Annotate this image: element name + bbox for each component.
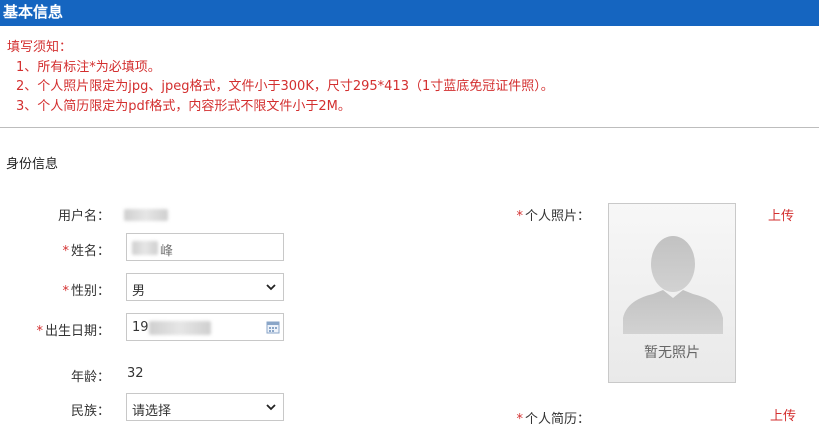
photo-upload-link[interactable]: 上传: [768, 205, 794, 224]
photo-label: * 个人照片：: [516, 209, 590, 224]
photo-empty-text: 暂无照片: [644, 345, 700, 361]
notice-heading: 填写须知：: [7, 40, 73, 55]
required-mark: *: [62, 284, 69, 299]
birth-value: 19: [132, 320, 149, 335]
section-title: 身份信息: [6, 157, 59, 172]
name-input[interactable]: 峰: [126, 233, 284, 261]
gender-label: * 性别：: [62, 284, 110, 299]
birth-label: * 出生日期：: [36, 324, 110, 339]
name-label: * 姓名：: [62, 244, 110, 259]
person-silhouette-icon: [623, 236, 723, 334]
chevron-down-icon: [266, 284, 276, 291]
required-mark: *: [62, 244, 69, 259]
resume-upload-link[interactable]: 上传: [770, 405, 796, 424]
chevron-down-icon: [266, 404, 276, 411]
page-title: 基本信息: [3, 3, 64, 21]
divider: [0, 127, 819, 128]
notice-item-3: 3、个人简历限定为pdf格式，内容形式不限文件小于2M。: [16, 98, 351, 114]
age-value: 32: [127, 366, 144, 381]
notice-block: 填写须知： 1、所有标注*为必填项。 2、个人照片限定为jpg、jpeg格式，文…: [7, 38, 554, 116]
ethnicity-value: 请选择: [132, 404, 172, 419]
name-redacted: [132, 241, 158, 255]
age-label: 年龄：: [70, 370, 110, 385]
ethnicity-select[interactable]: 请选择: [126, 393, 284, 421]
notice-item-1: 1、所有标注*为必填项。: [16, 59, 161, 75]
photo-placeholder: 暂无照片: [608, 203, 736, 383]
birth-redacted: [149, 321, 211, 335]
birth-date-input[interactable]: 19: [126, 313, 284, 341]
username-value: [124, 207, 168, 222]
required-mark: *: [516, 412, 523, 427]
ethnicity-label: 民族：: [70, 404, 110, 419]
required-mark: *: [516, 209, 523, 224]
header-bar: 基本信息: [0, 0, 819, 26]
username-label: 用户名：: [57, 209, 110, 224]
gender-value: 男: [132, 284, 146, 299]
notice-item-2: 2、个人照片限定为jpg、jpeg格式，文件小于300K，尺寸295*413（1…: [16, 79, 554, 94]
username-redacted: [124, 208, 168, 221]
gender-select[interactable]: 男: [126, 273, 284, 301]
required-mark: *: [36, 324, 43, 339]
name-value: 峰: [160, 244, 174, 259]
calendar-icon[interactable]: [266, 320, 280, 334]
resume-label: * 个人简历：: [516, 412, 590, 427]
